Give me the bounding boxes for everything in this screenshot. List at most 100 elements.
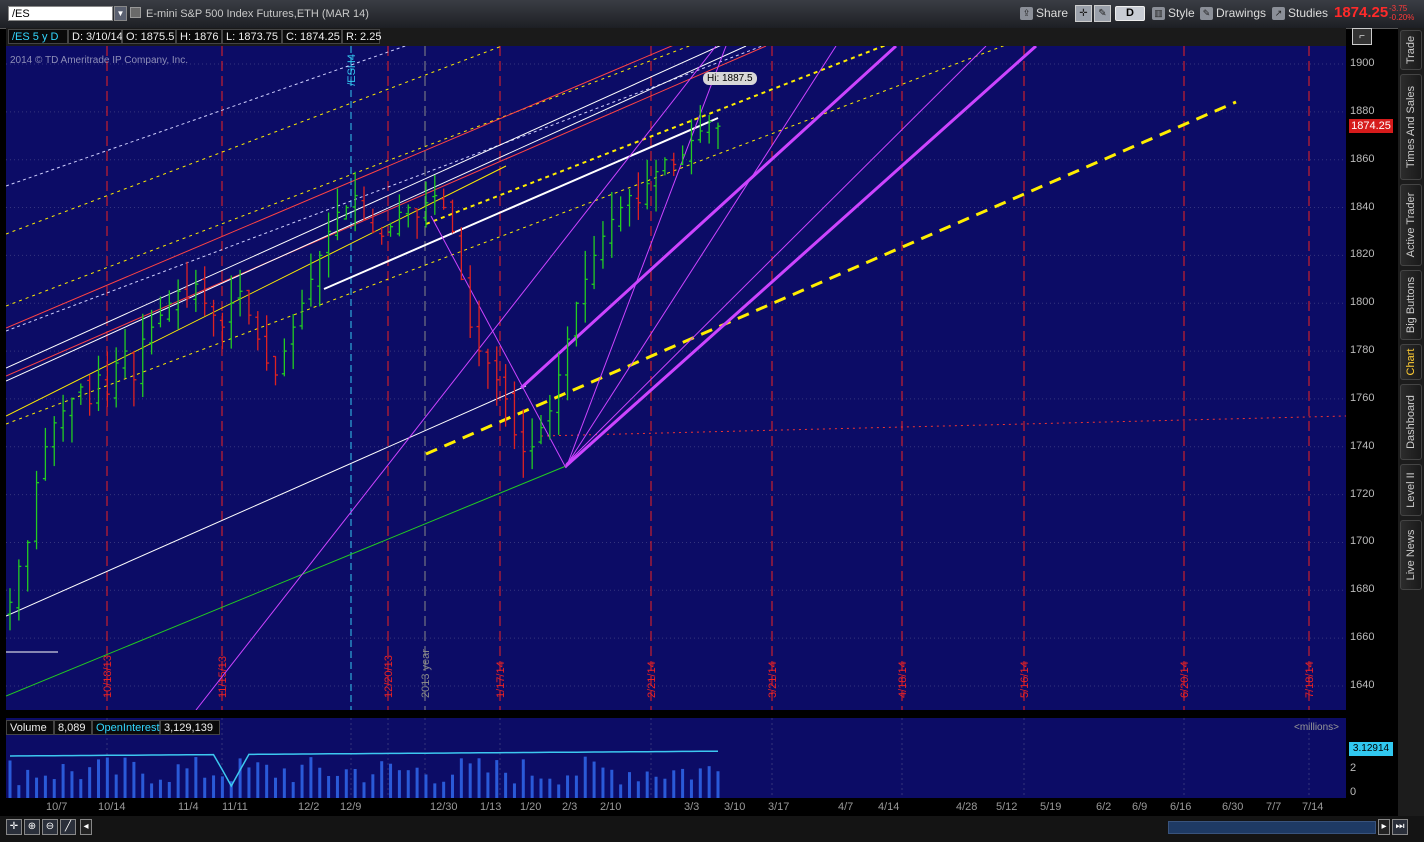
tab-chart[interactable]: Chart — [1400, 344, 1422, 380]
volume-bar — [247, 767, 251, 798]
price-tick: 1760 — [1350, 391, 1375, 404]
tab-level-ii[interactable]: Level II — [1400, 464, 1422, 516]
period-button[interactable]: D — [1115, 6, 1145, 21]
date-tick: 4/28 — [956, 801, 978, 813]
zoom-out-icon[interactable]: ⊖ — [42, 819, 58, 835]
date-tick: 6/16 — [1170, 801, 1192, 813]
volume-bar — [698, 768, 702, 798]
drawings-button[interactable]: ✎ Drawings — [1198, 5, 1269, 22]
volume-bar — [318, 767, 322, 798]
volume-bar — [566, 775, 570, 798]
price-tick: 1820 — [1350, 248, 1375, 261]
volume-bar — [548, 778, 552, 798]
volume-bar — [194, 757, 198, 798]
volume-bar — [158, 779, 162, 798]
volume-bar — [176, 764, 180, 798]
volume-bar — [256, 762, 260, 798]
marker-label: 7/18/14 — [1304, 661, 1316, 698]
volume-bar — [26, 769, 30, 798]
volume-bar — [132, 761, 136, 798]
high-bubble: Hi: 1887.5 — [703, 72, 757, 85]
info-symbol[interactable]: /ES 5 y D — [8, 29, 68, 44]
tab-label: Active Trader — [1405, 192, 1417, 258]
share-button[interactable]: ⇪ Share — [1018, 5, 1071, 22]
tab-label: Level II — [1405, 472, 1417, 508]
chart-settings-icon[interactable]: ⌐ — [1352, 28, 1372, 45]
marker-label: 2013 year — [420, 649, 432, 698]
date-tick: 6/2 — [1096, 801, 1112, 813]
volume-bar — [716, 771, 720, 798]
red-dotted-trendline — [540, 415, 1346, 437]
scroll-end-icon[interactable]: ⏭ — [1392, 819, 1408, 835]
panel-separator[interactable] — [6, 710, 1346, 718]
crosshair-icon: ✛ — [1079, 8, 1088, 19]
volume-bar — [291, 782, 295, 798]
date-tick: 1/13 — [480, 801, 502, 813]
scroll-right-icon[interactable]: ▸ — [1378, 819, 1390, 835]
volume-bar — [114, 774, 118, 798]
info-close: C: 1874.25 — [282, 29, 342, 44]
volume-bar — [574, 775, 578, 798]
marker-label: 3/21/14 — [767, 661, 779, 698]
tab-active-trader[interactable]: Active Trader — [1400, 184, 1422, 266]
pencil-icon: ✎ — [1098, 8, 1107, 19]
zoom-in-icon[interactable]: ⊕ — [24, 819, 40, 835]
volume-label: Volume — [6, 720, 54, 735]
volume-bar — [274, 777, 277, 798]
tab-times-and-sales[interactable]: Times And Sales — [1400, 74, 1422, 180]
tab-live-news[interactable]: Live News — [1400, 520, 1422, 590]
price-change: -3.75 -0.20% — [1389, 4, 1414, 22]
marker-label: 5/16/14 — [1019, 661, 1031, 698]
draw-line-icon[interactable]: ╱ — [60, 819, 76, 835]
tab-trade[interactable]: Trade — [1400, 30, 1422, 70]
date-tick: 12/2 — [298, 801, 320, 813]
volume-bar — [442, 781, 446, 798]
style-button[interactable]: ▥ Style — [1150, 5, 1198, 22]
volume-bar — [619, 784, 623, 798]
tab-big-buttons[interactable]: Big Buttons — [1400, 270, 1422, 340]
volume-bar — [468, 763, 472, 798]
volume-bar — [123, 757, 127, 798]
volume-bar — [512, 783, 516, 798]
pencil-tool-button[interactable]: ✎ — [1094, 5, 1111, 22]
studies-label: Studies — [1288, 6, 1329, 20]
volume-units: <millions> — [1294, 722, 1340, 733]
volume-bar — [601, 767, 605, 798]
date-tick: 12/30 — [430, 801, 458, 813]
drawings-label: Drawings — [1216, 6, 1267, 20]
horizontal-scrollbar[interactable] — [1168, 821, 1376, 834]
date-tick: 7/14 — [1302, 801, 1324, 813]
symbol-link-checkbox[interactable] — [130, 7, 141, 18]
red-trendline — [6, 46, 767, 377]
symbol-dropdown-icon[interactable]: ▼ — [114, 6, 127, 21]
purple-thin-line — [195, 46, 717, 710]
volume-bar — [344, 769, 348, 798]
price-chart[interactable]: 10/18/13 11/15/13/ESH4 12/20/13 2013 year 1/… — [6, 46, 1346, 710]
time-axis[interactable]: 10/7 10/14 11/4 11/11 12/2 12/9 12/30 1/13 1/20 2… — [6, 798, 1346, 816]
price-tick: 1740 — [1350, 439, 1375, 452]
volume-bar — [521, 759, 525, 798]
volume-bar — [459, 758, 463, 798]
volume-bar — [689, 779, 693, 798]
volume-bar — [17, 785, 21, 798]
volume-bar — [672, 770, 676, 798]
price-tick: 1860 — [1350, 152, 1375, 165]
volume-bar — [495, 760, 499, 798]
style-label: Style — [1168, 6, 1195, 20]
volume-bar — [451, 774, 454, 798]
tab-dashboard[interactable]: Dashboard — [1400, 384, 1422, 460]
crosshair-tool-button[interactable]: ✛ — [1075, 5, 1092, 22]
volume-bar — [327, 775, 331, 798]
studies-button[interactable]: ↗ Studies — [1270, 5, 1331, 22]
date-tick: 6/9 — [1132, 801, 1148, 813]
volume-bar — [380, 761, 384, 798]
share-label: Share — [1036, 6, 1069, 20]
studies-icon: ↗ — [1272, 7, 1285, 20]
volume-bar — [8, 760, 12, 798]
volume-bar — [150, 783, 154, 798]
oi-label[interactable]: OpenInterest — [92, 720, 160, 735]
price-tick: 1840 — [1350, 200, 1375, 213]
pan-icon[interactable]: ✛ — [6, 819, 22, 835]
scroll-left-icon[interactable]: ◂ — [80, 819, 92, 835]
symbol-input[interactable]: /ES — [8, 6, 113, 21]
